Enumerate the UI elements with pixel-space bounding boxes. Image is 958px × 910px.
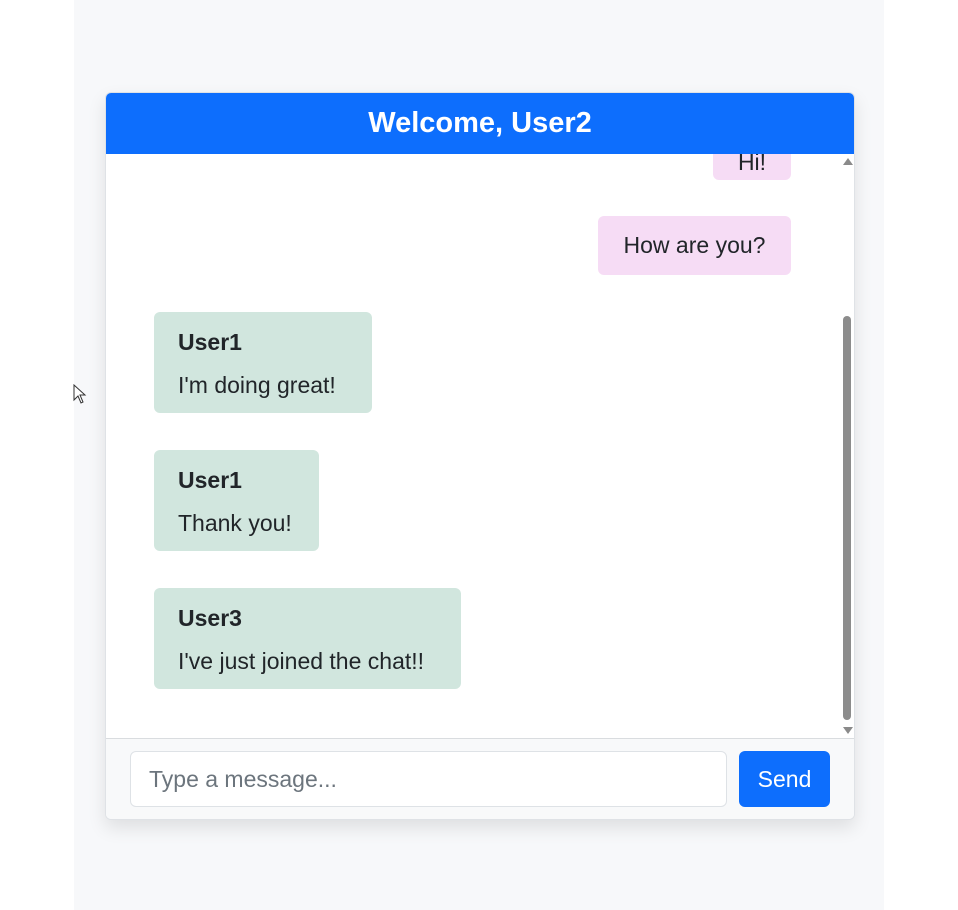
message-text: Hi!	[737, 154, 767, 175]
message-other: User3 I've just joined the chat!!	[154, 588, 461, 689]
header-title: Welcome, User2	[368, 107, 592, 139]
message-sender: User1	[178, 329, 242, 355]
message-input[interactable]	[130, 751, 727, 807]
message-composer: Send	[106, 738, 854, 819]
chat-window: Welcome, User2 Hi! How are you? User1 I'…	[105, 92, 855, 820]
message-sender: User1	[178, 467, 242, 493]
triangle-down-icon[interactable]	[843, 727, 853, 734]
mouse-pointer-icon	[73, 384, 87, 404]
message-text: How are you?	[623, 232, 766, 258]
scrollbar-thumb[interactable]	[843, 316, 851, 720]
message-text: Thank you!	[178, 510, 292, 536]
message-scrollbar[interactable]	[841, 154, 854, 738]
message-text: I'm doing great!	[178, 372, 336, 398]
message-sender: User3	[178, 605, 242, 631]
message-self: Hi!	[713, 154, 791, 180]
message-list[interactable]: Hi! How are you? User1 I'm doing great! …	[106, 154, 854, 738]
send-button[interactable]: Send	[739, 751, 830, 807]
message-other: User1 Thank you!	[154, 450, 319, 551]
message-other: User1 I'm doing great!	[154, 312, 372, 413]
chat-header: Welcome, User2	[106, 93, 854, 154]
message-self: How are you?	[598, 216, 791, 275]
message-text: I've just joined the chat!!	[178, 648, 425, 674]
triangle-up-icon[interactable]	[843, 158, 853, 165]
